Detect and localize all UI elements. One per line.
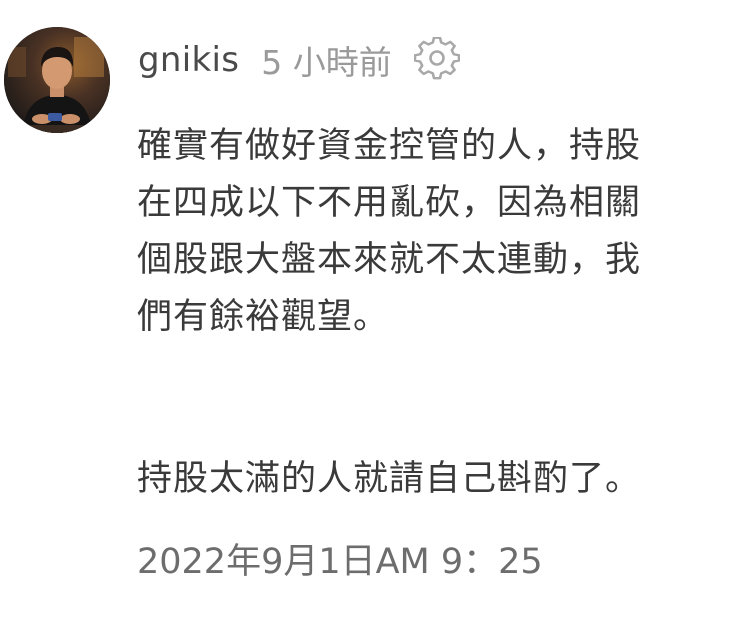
avatar[interactable]	[4, 27, 110, 133]
body-line: 個股跟大盤本來就不太連動，我	[137, 240, 642, 280]
comment-timestamp: 2022年9月1日AM 9：25	[137, 542, 543, 582]
comment-header: gnikis 5 小時前	[138, 34, 461, 86]
username[interactable]: gnikis	[138, 40, 239, 80]
body-line: 在四成以下不用亂砍，因為相關	[137, 183, 642, 223]
time-ago: 5 小時前	[261, 43, 392, 82]
comment-body: 確實有做好資金控管的人，持股 在四成以下不用亂砍，因為相關 個股跟大盤本來就不太…	[137, 118, 697, 346]
body-line: 確實有做好資金控管的人，持股	[137, 126, 642, 166]
comment-card: gnikis 5 小時前 確實有做好資金控管的人，持股 在四成以下不用亂砍，因為…	[0, 0, 740, 636]
gear-icon[interactable]	[413, 36, 461, 83]
comment-body-paragraph-2: 持股太滿的人就請自己斟酌了。	[137, 459, 642, 499]
body-line: 們有餘裕觀望。	[137, 297, 390, 337]
